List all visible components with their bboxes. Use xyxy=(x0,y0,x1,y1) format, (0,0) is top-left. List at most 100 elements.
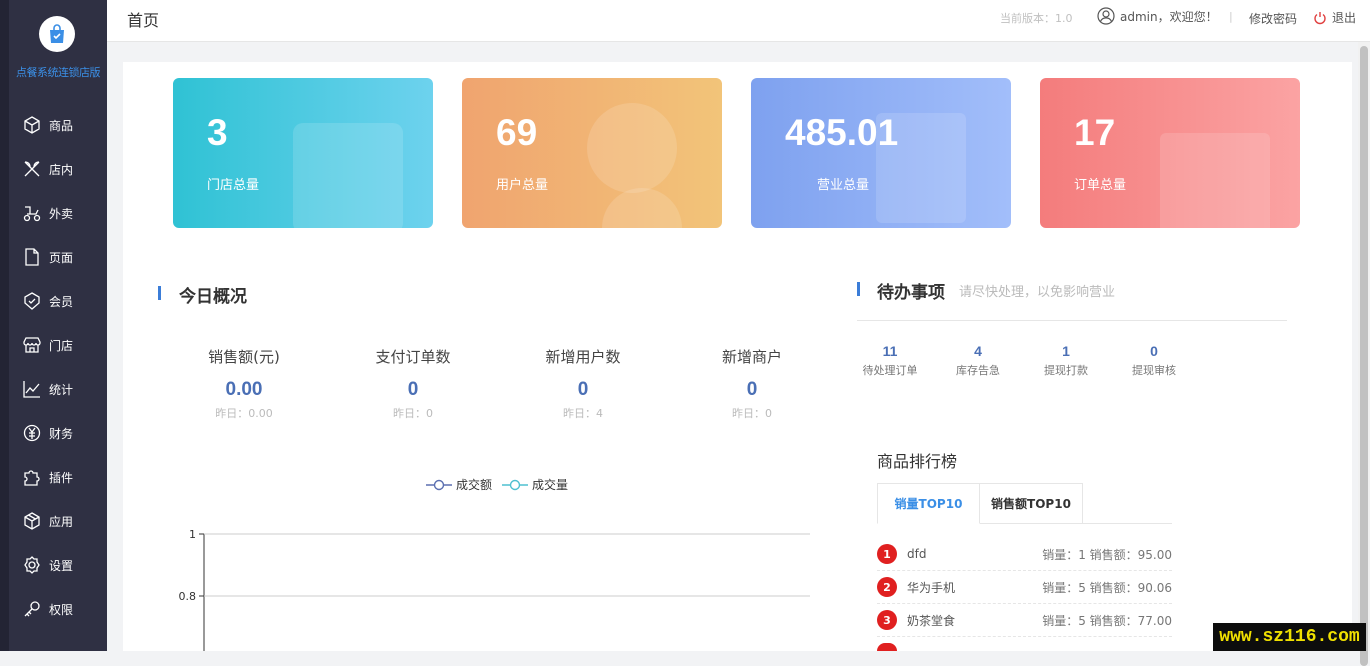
todo-low-stock[interactable]: 4 库存告急 xyxy=(943,343,1013,378)
card-user-total[interactable]: 69 用户总量 xyxy=(462,78,722,228)
stat-label: 新增商户 xyxy=(721,348,782,366)
sidebar-item-label: 统计 xyxy=(49,382,74,397)
todo-pending-orders[interactable]: 11 待处理订单 xyxy=(855,343,925,378)
sidebar-item-goods[interactable]: 商品 xyxy=(22,113,73,137)
ranking-row[interactable]: 1 dfd 销量：1 销售额：95.00 xyxy=(877,538,1172,571)
sidebar-item-members[interactable]: 会员 xyxy=(22,289,73,313)
sidebar-item-label: 会员 xyxy=(49,294,74,309)
ranking-title: 商品排行榜 xyxy=(877,452,958,471)
card-value: 3 xyxy=(207,112,228,153)
stat-value: 0.00 xyxy=(225,379,263,400)
sidebar-item-label: 权限 xyxy=(49,602,74,617)
ranking-row[interactable]: 2 华为手机 销量：5 销售额：90.06 xyxy=(877,571,1172,604)
today-title: 今日概况 xyxy=(179,287,247,307)
legend-label: 成交量 xyxy=(532,478,569,492)
card-value: 485.01 xyxy=(785,112,899,153)
stat-value: 0 xyxy=(577,379,589,400)
y-tick-label: 1 xyxy=(189,528,196,541)
tab-sales-volume[interactable]: 销量TOP10 xyxy=(877,483,980,524)
change-password-link[interactable]: 修改密码 xyxy=(1249,10,1297,27)
cube-icon xyxy=(24,512,40,530)
sidebar-item-label: 店内 xyxy=(49,162,74,177)
product-name: dfd xyxy=(907,547,927,561)
trend-chart: 10.8 xyxy=(179,528,810,651)
stat-new-merchants: 新增商户 0 昨日：0 xyxy=(677,346,827,421)
legend-item-volume[interactable]: 成交量 xyxy=(502,476,568,493)
todo-divider xyxy=(857,320,1287,321)
ranking-tabs: 销量TOP10 销售额TOP10 xyxy=(877,483,1083,524)
todo-withdraw-payout[interactable]: 1 提现打款 xyxy=(1031,343,1101,378)
todo-label: 提现审核 xyxy=(1132,364,1176,377)
card-store-total[interactable]: 3 门店总量 xyxy=(173,78,433,228)
user-icon xyxy=(1097,7,1115,25)
user-menu[interactable]: admin，欢迎您！ xyxy=(1097,7,1218,25)
rank-badge: 1 xyxy=(877,544,897,564)
sidebar-item-settings[interactable]: 设置 xyxy=(22,553,73,577)
product-stats: 销量：5 销售额：77.00 xyxy=(1042,613,1172,628)
header-separator: | xyxy=(1229,10,1233,23)
key-icon xyxy=(24,601,40,617)
legend-marker-icon xyxy=(502,479,529,490)
todo-value: 4 xyxy=(974,343,982,359)
sidebar-item-permissions[interactable]: 权限 xyxy=(22,597,73,621)
y-tick-label: 0.8 xyxy=(179,590,197,603)
page-icon xyxy=(25,248,39,266)
utensils-icon xyxy=(24,161,40,177)
card-decoration xyxy=(1160,133,1270,228)
stat-value: 0 xyxy=(407,379,419,400)
card-order-total[interactable]: 17 订单总量 xyxy=(1040,78,1300,228)
legend-marker-icon xyxy=(426,479,452,490)
sidebar-item-label: 外卖 xyxy=(49,206,74,221)
todo-subtitle: 请尽快处理，以免影响营业 xyxy=(959,285,1116,300)
puzzle-icon xyxy=(24,470,40,486)
chart-icon xyxy=(23,381,40,398)
todo-value: 0 xyxy=(1150,343,1158,359)
sidebar-item-label: 应用 xyxy=(49,514,74,529)
sidebar-item-apps[interactable]: 应用 xyxy=(22,509,73,533)
sidebar-item-statistics[interactable]: 统计 xyxy=(22,377,73,401)
page-scrollbar[interactable] xyxy=(1358,42,1370,666)
sidebar-item-finance[interactable]: 财务 xyxy=(22,421,73,445)
version-label: 当前版本：1.0 xyxy=(1000,12,1073,25)
sidebar-item-label: 财务 xyxy=(49,426,74,441)
sidebar-item-stores[interactable]: 门店 xyxy=(22,333,73,357)
card-label: 订单总量 xyxy=(1074,178,1127,193)
sidebar-edge xyxy=(0,0,9,651)
rank-badge-partial xyxy=(877,643,897,651)
yen-icon xyxy=(23,424,41,442)
card-revenue-total[interactable]: 485.01 营业总量 xyxy=(751,78,1011,228)
stat-label: 新增用户数 xyxy=(545,348,621,366)
tab-sales-amount[interactable]: 销售额TOP10 xyxy=(980,483,1083,524)
section-marker xyxy=(158,286,161,300)
app-name: 点餐系统连锁店版 xyxy=(16,66,101,79)
ranking-row[interactable]: 3 奶茶堂食 销量：5 销售额：77.00 xyxy=(877,604,1172,637)
product-stats: 销量：1 销售额：95.00 xyxy=(1042,547,1172,562)
card-value: 69 xyxy=(496,112,538,153)
card-decoration xyxy=(602,188,682,228)
sidebar-item-label: 插件 xyxy=(49,470,74,485)
logout-button[interactable]: 退出 xyxy=(1313,9,1356,26)
sidebar-item-plugins[interactable]: 插件 xyxy=(22,465,73,489)
stat-sales: 销售额(元) 0.00 昨日：0.00 xyxy=(169,346,319,421)
logo[interactable] xyxy=(39,16,75,52)
card-value: 17 xyxy=(1074,112,1116,153)
product-name: 奶茶堂食 xyxy=(907,613,956,628)
sidebar-item-label: 页面 xyxy=(49,250,74,265)
todo-value: 1 xyxy=(1062,343,1070,359)
stat-yesterday: 昨日：0.00 xyxy=(215,407,273,420)
card-label: 门店总量 xyxy=(207,178,260,193)
legend-item-amount[interactable]: 成交额 xyxy=(426,476,492,493)
stat-label: 销售额(元) xyxy=(208,348,280,366)
sidebar-item-dine-in[interactable]: 店内 xyxy=(22,157,73,181)
todo-withdraw-review[interactable]: 0 提现审核 xyxy=(1119,343,1189,378)
sidebar-item-takeaway[interactable]: 外卖 xyxy=(22,201,73,225)
stat-value: 0 xyxy=(746,379,758,400)
stat-paid-orders: 支付订单数 0 昨日：0 xyxy=(338,346,488,421)
product-stats: 销量：5 销售额：90.06 xyxy=(1042,580,1172,595)
sidebar-item-pages[interactable]: 页面 xyxy=(22,245,73,269)
card-label: 营业总量 xyxy=(817,178,870,193)
todo-label: 库存告急 xyxy=(956,364,1000,377)
stat-label: 支付订单数 xyxy=(375,348,451,366)
rank-badge: 2 xyxy=(877,577,897,597)
scrollbar-thumb[interactable] xyxy=(1360,46,1368,666)
